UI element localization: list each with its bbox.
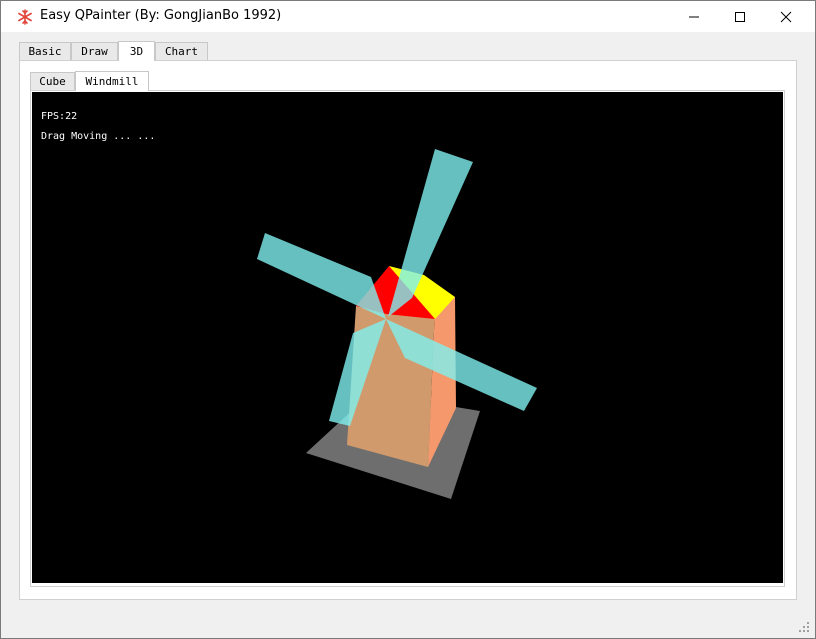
windmill-scene bbox=[257, 149, 537, 499]
tab-label: Chart bbox=[164, 45, 199, 58]
tab-draw[interactable]: Draw bbox=[71, 42, 118, 60]
window-title: Easy QPainter (By: GongJianBo 1992) bbox=[40, 8, 282, 23]
windmill-canvas[interactable] bbox=[32, 92, 783, 583]
status-label: Drag Moving ... ... bbox=[41, 131, 156, 142]
tab-label: Basic bbox=[28, 45, 62, 58]
maximize-icon bbox=[735, 12, 745, 22]
maximize-button[interactable] bbox=[717, 1, 763, 32]
blade-left bbox=[257, 233, 386, 319]
minimize-icon bbox=[689, 16, 699, 18]
tab-windmill[interactable]: Windmill bbox=[75, 71, 149, 91]
tab-label: Cube bbox=[39, 75, 66, 88]
tab-basic[interactable]: Basic bbox=[19, 42, 71, 60]
minimize-button[interactable] bbox=[671, 1, 717, 32]
title-bar[interactable]: Easy QPainter (By: GongJianBo 1992) bbox=[1, 1, 815, 32]
tab-label: 3D bbox=[129, 45, 144, 58]
tab-chart[interactable]: Chart bbox=[155, 42, 208, 60]
close-button[interactable] bbox=[763, 1, 809, 32]
tab-3d[interactable]: 3D bbox=[118, 41, 155, 61]
tab-label: Windmill bbox=[85, 75, 139, 88]
app-window: Easy QPainter (By: GongJianBo 1992) Basi… bbox=[0, 0, 816, 639]
snowflake-icon bbox=[18, 9, 32, 25]
close-icon bbox=[780, 11, 792, 23]
tab-label: Draw bbox=[81, 45, 108, 58]
fps-label: FPS:22 bbox=[41, 111, 78, 122]
resize-grip-icon[interactable] bbox=[799, 622, 809, 632]
tab-cube[interactable]: Cube bbox=[30, 72, 75, 90]
